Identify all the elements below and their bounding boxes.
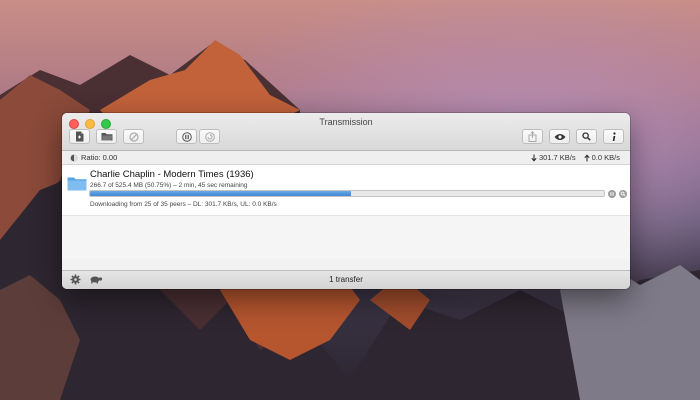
reveal-transfer-button[interactable]	[619, 190, 627, 198]
bottom-bar: 1 transfer	[62, 270, 630, 289]
remove-icon	[128, 131, 139, 142]
upload-speed: 0.0 KB/s	[584, 153, 620, 162]
download-arrow-icon	[531, 154, 537, 162]
transfer-row[interactable]: Charlie Chaplin - Modern Times (1936) 26…	[62, 165, 630, 216]
title-toolbar: Transmission	[62, 113, 630, 151]
status-bar: Ratio: 0.00 301.7 KB/s 0.0 KB/s	[62, 151, 630, 165]
share-icon	[528, 131, 537, 142]
transfer-progress-text: 266.7 of 525.4 MB (50.75%) – 2 min, 45 s…	[90, 182, 248, 189]
resume-all-icon	[204, 131, 215, 142]
transmission-window: Transmission Ratio: 0.00 301.7 KB/s 0.0 …	[62, 113, 630, 289]
transfer-count: 1 transfer	[329, 275, 363, 284]
transfer-peers-text: Downloading from 25 of 35 peers – DL: 30…	[90, 201, 277, 208]
share-button[interactable]	[522, 129, 543, 144]
progress-fill	[90, 191, 351, 196]
ratio-label: Ratio: 0.00	[81, 153, 118, 162]
pause-all-icon	[181, 131, 192, 142]
ratio-icon	[70, 154, 78, 161]
ratio-display[interactable]: Ratio: 0.00	[70, 153, 117, 162]
open-folder-icon	[101, 133, 112, 141]
remove-transfer-button[interactable]	[123, 129, 144, 144]
download-speed: 301.7 KB/s	[531, 153, 576, 162]
new-document-icon	[76, 131, 84, 142]
quick-look-icon	[554, 133, 565, 140]
folder-icon	[67, 177, 87, 191]
progress-bar	[89, 190, 605, 197]
filter-button[interactable]	[576, 129, 597, 144]
upload-speed-value: 0.0 KB/s	[591, 153, 620, 162]
window-title: Transmission	[319, 117, 373, 127]
open-torrent-button[interactable]	[96, 129, 117, 144]
inspector-button[interactable]	[603, 129, 624, 144]
transfer-list[interactable]: Charlie Chaplin - Modern Times (1936) 26…	[62, 165, 630, 259]
search-icon	[582, 132, 591, 141]
speed-display: 301.7 KB/s 0.0 KB/s	[531, 153, 620, 162]
download-speed-value: 301.7 KB/s	[538, 153, 576, 162]
pause-transfer-button[interactable]	[608, 190, 616, 198]
transfer-name: Charlie Chaplin - Modern Times (1936)	[90, 169, 254, 180]
pause-icon	[610, 192, 614, 196]
pause-all-button[interactable]	[176, 129, 197, 144]
info-icon	[612, 131, 616, 141]
magnifier-icon	[620, 191, 626, 197]
create-torrent-button[interactable]	[69, 129, 90, 144]
upload-arrow-icon	[584, 153, 590, 161]
quick-look-button[interactable]	[549, 129, 570, 144]
resume-all-button[interactable]	[199, 129, 220, 144]
